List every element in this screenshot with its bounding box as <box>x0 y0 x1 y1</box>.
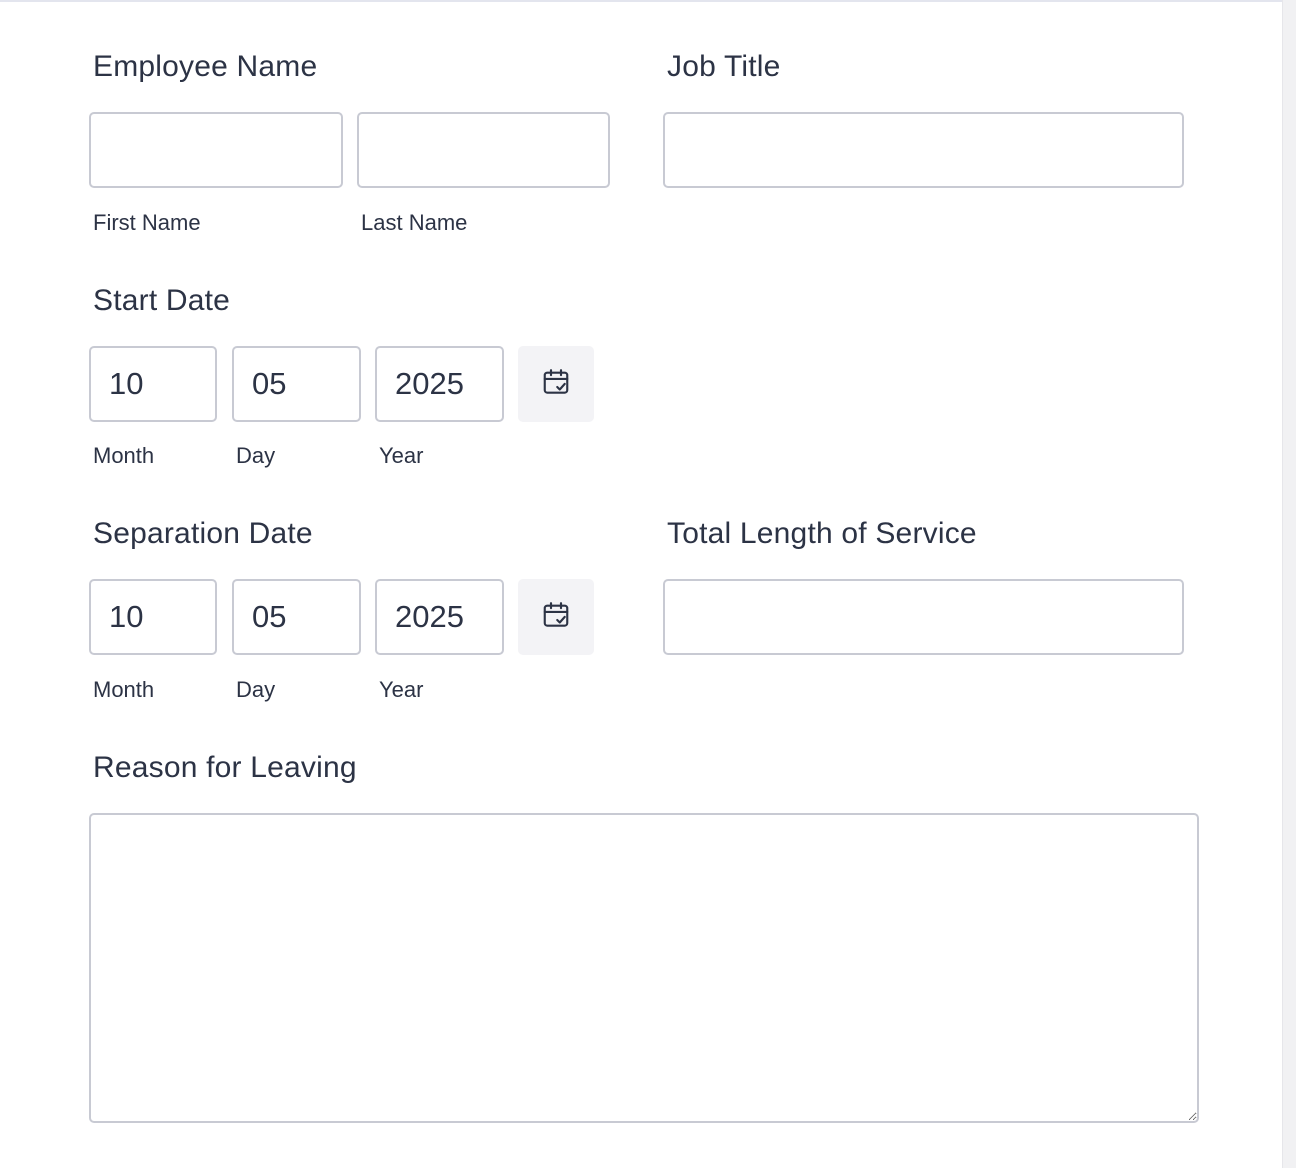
job-title-label: Job Title <box>667 50 781 83</box>
reason-for-leaving-textarea[interactable] <box>89 813 1199 1123</box>
start-date-calendar-button[interactable] <box>518 346 594 422</box>
total-length-of-service-label: Total Length of Service <box>667 517 977 550</box>
last-name-input[interactable] <box>357 112 610 188</box>
top-divider <box>0 0 1284 2</box>
separation-day-input[interactable] <box>232 579 361 655</box>
job-title-input[interactable] <box>663 112 1184 188</box>
reason-for-leaving-label: Reason for Leaving <box>93 751 357 784</box>
start-date-label: Start Date <box>93 284 231 317</box>
start-year-input[interactable] <box>375 346 504 422</box>
first-name-sublabel: First Name <box>93 210 201 235</box>
calendar-check-icon <box>541 367 571 402</box>
calendar-check-icon <box>541 600 571 635</box>
total-length-of-service-input[interactable] <box>663 579 1184 655</box>
start-day-input[interactable] <box>232 346 361 422</box>
start-month-sublabel: Month <box>93 443 155 468</box>
start-year-sublabel: Year <box>379 443 424 468</box>
separation-date-calendar-button[interactable] <box>518 579 594 655</box>
separation-day-sublabel: Day <box>236 677 276 702</box>
separation-month-input[interactable] <box>89 579 217 655</box>
employee-name-label: Employee Name <box>93 50 318 83</box>
first-name-input[interactable] <box>89 112 343 188</box>
scrollbar[interactable] <box>1282 0 1296 1168</box>
separation-year-input[interactable] <box>375 579 504 655</box>
start-day-sublabel: Day <box>236 443 276 468</box>
start-month-input[interactable] <box>89 346 217 422</box>
separation-date-label: Separation Date <box>93 517 313 550</box>
last-name-sublabel: Last Name <box>361 210 468 235</box>
separation-year-sublabel: Year <box>379 677 424 702</box>
separation-month-sublabel: Month <box>93 677 155 702</box>
